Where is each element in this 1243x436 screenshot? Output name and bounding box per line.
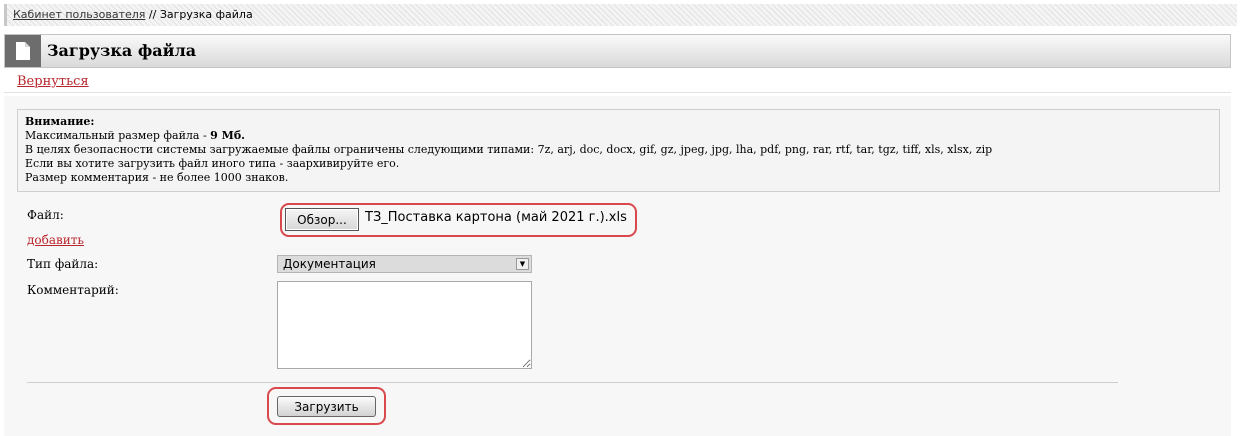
notice-max-size: Максимальный размер файла - 9 Мб.: [25, 129, 1212, 143]
file-type-label: Тип файла:: [27, 257, 99, 271]
notice-title: Внимание:: [25, 115, 95, 128]
breadcrumb-current: Загрузка файла: [159, 8, 253, 21]
breadcrumb-separator: //: [145, 8, 160, 21]
notice-max-size-value: 9 Мб.: [210, 129, 245, 142]
upload-button[interactable]: Загрузить: [277, 396, 376, 417]
page-header: Загрузка файла: [4, 34, 1231, 68]
file-type-selected: Документация: [283, 257, 376, 271]
chevron-down-icon[interactable]: ▼: [516, 258, 529, 270]
notice-max-size-prefix: Максимальный размер файла -: [25, 129, 211, 142]
back-link[interactable]: Вернуться: [17, 74, 89, 89]
form-divider: [27, 382, 1118, 383]
page-title: Загрузка файла: [47, 41, 197, 60]
notice-box: Внимание: Максимальный размер файла - 9 …: [17, 109, 1220, 192]
header-icon-box: [5, 35, 41, 67]
document-icon: [16, 42, 30, 60]
comment-label: Комментарий:: [27, 283, 119, 297]
file-type-select[interactable]: Документация ▼: [277, 255, 532, 273]
comment-textarea[interactable]: [277, 281, 532, 369]
notice-comment-limit: Размер комментария - не более 1000 знако…: [25, 171, 289, 184]
selected-file-name: ТЗ_Поставка картона (май 2021 г.).xls: [365, 210, 627, 225]
browse-button[interactable]: Обзор...: [285, 208, 359, 231]
breadcrumb: Кабинет пользователя // Загрузка файла: [4, 4, 1237, 26]
add-file-link[interactable]: добавить: [27, 233, 84, 247]
notice-archive-hint: Если вы хотите загрузить файл иного типа…: [25, 157, 400, 170]
notice-allowed-types: В целях безопасности системы загружаемые…: [25, 143, 993, 156]
breadcrumb-link-user-cabinet[interactable]: Кабинет пользователя: [13, 8, 145, 21]
back-row: Вернуться: [4, 68, 1231, 93]
file-label: Файл:: [27, 208, 64, 222]
